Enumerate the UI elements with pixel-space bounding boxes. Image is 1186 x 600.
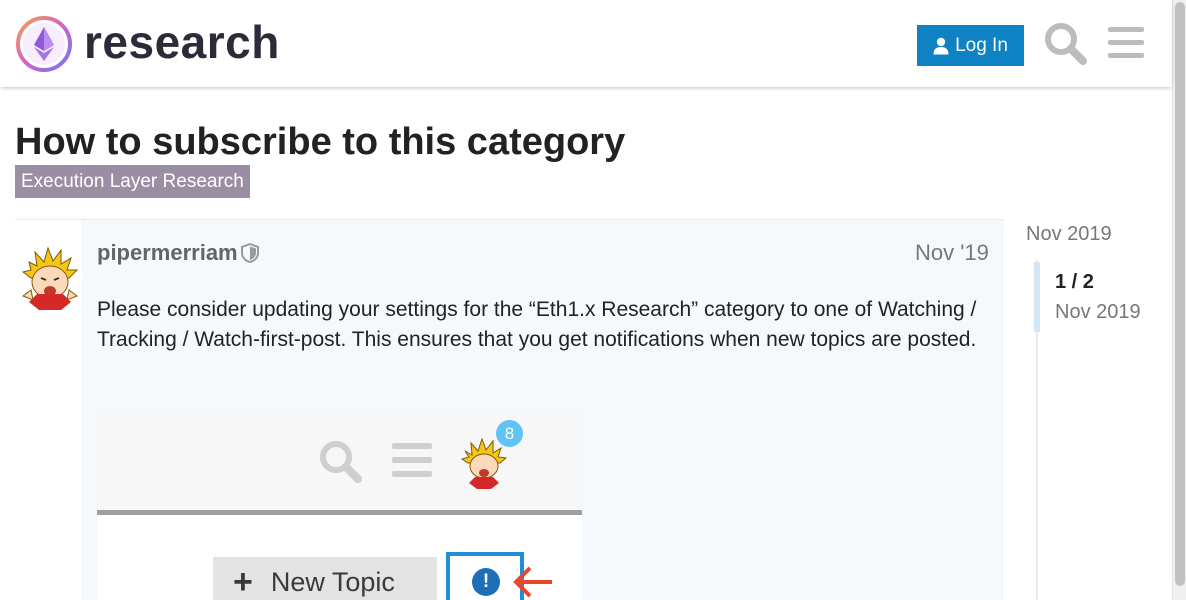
scrollbar-thumb[interactable]: [1175, 2, 1185, 586]
timeline-current-date: Nov 2019: [1055, 301, 1141, 323]
ethereum-research-logo[interactable]: [15, 15, 73, 73]
post-image[interactable]: 8 + New Topic !: [97, 410, 582, 600]
search-icon[interactable]: [1041, 19, 1089, 67]
site-brand[interactable]: research: [84, 14, 280, 70]
timeline-position: 1 / 2: [1055, 271, 1094, 293]
post-date[interactable]: Nov '19: [915, 240, 989, 266]
page-scrollbar[interactable]: [1172, 0, 1186, 600]
timeline-handle[interactable]: [1034, 262, 1040, 332]
user-icon: [933, 37, 949, 54]
category-badge[interactable]: Execution Layer Research: [15, 165, 250, 198]
topic-title[interactable]: How to subscribe to this category: [15, 120, 625, 164]
post-content: Please consider updating your settings f…: [97, 298, 977, 351]
shield-icon: [241, 243, 259, 263]
notification-icon: !: [472, 568, 500, 596]
user-avatar[interactable]: [15, 240, 85, 312]
login-button[interactable]: Log In: [917, 25, 1024, 66]
new-topic-button-image: + New Topic: [213, 557, 437, 600]
post-username[interactable]: pipermerriam: [97, 240, 238, 266]
hamburger-menu-icon: [392, 443, 432, 477]
plus-icon: +: [233, 563, 253, 600]
hamburger-menu-icon[interactable]: [1102, 19, 1150, 67]
notification-count-badge: 8: [496, 420, 523, 447]
new-topic-label: New Topic: [270, 566, 395, 597]
search-icon: [320, 441, 362, 483]
login-label: Log In: [955, 34, 1008, 56]
timeline-start-date[interactable]: Nov 2019: [1026, 221, 1112, 247]
arrow-left-icon: [513, 566, 552, 598]
site-header: research Log In: [0, 0, 1172, 87]
